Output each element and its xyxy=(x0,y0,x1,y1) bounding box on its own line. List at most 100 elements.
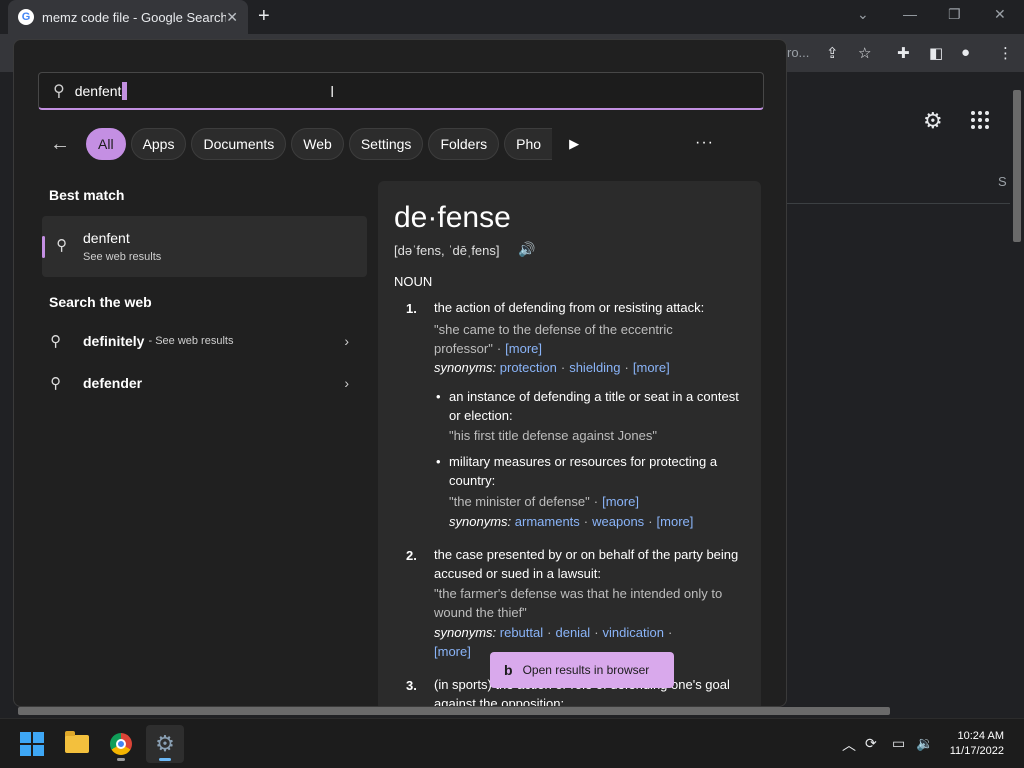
restore-icon[interactable]: ❐ xyxy=(948,6,961,23)
separator: · xyxy=(560,360,566,375)
best-match-title: denfent xyxy=(83,230,130,246)
settings-gear-icon[interactable]: ⚙ xyxy=(923,108,943,134)
more-link[interactable]: [more] xyxy=(602,494,639,509)
filter-apps[interactable]: Apps xyxy=(130,128,187,160)
more-link[interactable]: [more] xyxy=(434,644,471,659)
synonym-link[interactable]: denial xyxy=(555,625,590,640)
example-text: "the minister of defense" xyxy=(449,494,590,509)
google-apps-icon[interactable] xyxy=(971,111,989,129)
more-link[interactable]: [more] xyxy=(633,360,670,375)
address-bar-fragment[interactable]: ro... xyxy=(787,45,809,60)
page-text-fragment: S xyxy=(998,174,1007,189)
folder-icon xyxy=(65,731,89,753)
clock-time: 10:24 AM xyxy=(957,730,1004,742)
subsense-definition: military measures or resources for prote… xyxy=(449,454,718,488)
sense-number: 2. xyxy=(406,548,417,563)
search-input[interactable]: ⚲ denfent xyxy=(38,72,764,110)
chrome-menu-icon[interactable]: ⋮ xyxy=(998,44,1013,62)
filter-documents[interactable]: Documents xyxy=(191,128,287,160)
chrome-icon xyxy=(110,733,132,755)
synonyms-line: synonyms: protection · shielding · [more] xyxy=(434,358,744,377)
open-results-in-browser-button[interactable]: b Open results in browser xyxy=(490,652,674,688)
more-options-icon[interactable]: ··· xyxy=(695,134,714,152)
synonym-link[interactable]: armaments xyxy=(515,514,580,529)
vertical-scroll-thumb[interactable] xyxy=(1013,90,1021,242)
scroll-filters-right-icon[interactable]: ▶ xyxy=(569,136,579,152)
file-explorer-button[interactable] xyxy=(58,725,96,763)
browser-titlebar: G memz code file - Google Search ✕ + ⌄ —… xyxy=(0,0,1024,34)
bullet: • xyxy=(436,389,441,404)
filter-folders[interactable]: Folders xyxy=(428,128,500,160)
filter-photos[interactable]: Pho xyxy=(504,128,553,160)
search-icon: ⚲ xyxy=(56,237,67,254)
horizontal-scroll-thumb[interactable] xyxy=(18,707,890,715)
chrome-taskbar-button[interactable] xyxy=(102,725,140,763)
synonym-link[interactable]: shielding xyxy=(569,360,620,375)
dictionary-card: de·fense [dəˈfens, ˈdēˌfens] 🔊 NOUN 1. t… xyxy=(378,181,761,706)
web-suggestion-item[interactable]: ⚲ defender › xyxy=(42,364,367,402)
filter-settings[interactable]: Settings xyxy=(348,128,424,160)
synonym-link[interactable]: weapons xyxy=(592,514,644,529)
sense-definition: the action of defending from or resistin… xyxy=(434,300,705,315)
separator: · xyxy=(667,625,673,640)
separator: · xyxy=(593,494,599,509)
sense-number: 1. xyxy=(406,301,417,316)
sense-definition: the case presented by or on behalf of th… xyxy=(434,547,739,581)
web-suggestion-item[interactable]: ⚲ definitely - See web results › xyxy=(42,322,367,360)
volume-icon[interactable]: 🔉 xyxy=(916,735,933,752)
extensions-puzzle-icon[interactable]: ✚ xyxy=(897,44,910,62)
part-of-speech: NOUN xyxy=(394,274,433,289)
speaker-icon[interactable]: 🔊 xyxy=(518,241,535,258)
best-match-item[interactable]: ⚲ denfent See web results xyxy=(42,216,367,277)
synonym-link[interactable]: rebuttal xyxy=(500,625,543,640)
clock-date: 11/17/2022 xyxy=(949,745,1004,757)
subsense-example: "the minister of defense" · [more] xyxy=(449,492,749,511)
system-clock[interactable]: 10:24 AM 11/17/2022 xyxy=(940,729,1004,759)
synonym-link[interactable]: vindication xyxy=(603,625,664,640)
search-icon: ⚲ xyxy=(53,82,65,100)
tab-close-icon[interactable]: ✕ xyxy=(226,9,238,26)
close-window-icon[interactable]: ✕ xyxy=(994,6,1006,23)
minimize-icon[interactable]: — xyxy=(903,6,917,22)
separator: · xyxy=(648,514,653,529)
best-match-heading: Best match xyxy=(49,187,125,203)
more-link[interactable]: [more] xyxy=(505,341,542,356)
show-hidden-icons-chevron-icon[interactable]: ︿ xyxy=(842,735,856,755)
network-icon[interactable]: ▭ xyxy=(892,735,905,752)
suggestion-sub: - See web results xyxy=(148,335,234,347)
search-icon: ⚲ xyxy=(50,375,61,392)
open-results-label: Open results in browser xyxy=(522,663,650,677)
profile-icon[interactable]: ● xyxy=(961,44,970,61)
settings-gear-icon: ⚙ xyxy=(155,731,175,756)
windows-search-panel: ⚲ denfent I ← All Apps Documents Web Set… xyxy=(13,39,787,707)
search-icon: ⚲ xyxy=(50,333,61,350)
back-arrow-icon[interactable]: ← xyxy=(50,133,70,156)
new-tab-button[interactable]: + xyxy=(258,5,270,28)
search-web-heading: Search the web xyxy=(49,294,152,310)
filter-bar: ← All Apps Documents Web Settings Folder… xyxy=(44,128,579,160)
suggestion-label: defender xyxy=(83,375,143,391)
side-panel-icon[interactable]: ◧ xyxy=(929,44,943,62)
running-indicator xyxy=(159,758,171,761)
separator: · xyxy=(594,625,599,640)
vertical-scrollbar[interactable] xyxy=(1010,72,1024,704)
filter-all[interactable]: All xyxy=(86,128,126,160)
share-icon[interactable]: ⇪ xyxy=(826,44,839,62)
browser-tab[interactable]: G memz code file - Google Search ✕ xyxy=(8,0,248,34)
filter-web[interactable]: Web xyxy=(291,128,344,160)
windows-logo-icon xyxy=(20,732,44,756)
settings-taskbar-button[interactable]: ⚙ xyxy=(146,725,184,763)
synonym-link[interactable]: protection xyxy=(500,360,557,375)
tab-search-icon[interactable]: ⌄ xyxy=(857,6,869,23)
separator: · xyxy=(496,341,502,356)
best-match-subtitle: See web results xyxy=(83,251,162,263)
chevron-right-icon: › xyxy=(344,375,349,391)
bing-icon: b xyxy=(504,662,513,678)
start-button[interactable] xyxy=(13,725,51,763)
sync-update-icon[interactable]: ⟳ xyxy=(865,735,877,752)
example-text: "she came to the defense of the eccentri… xyxy=(434,322,673,356)
separator: · xyxy=(547,625,552,640)
bookmark-star-icon[interactable]: ☆ xyxy=(858,44,871,62)
search-query: denfent xyxy=(74,82,122,99)
more-link[interactable]: [more] xyxy=(657,514,694,529)
